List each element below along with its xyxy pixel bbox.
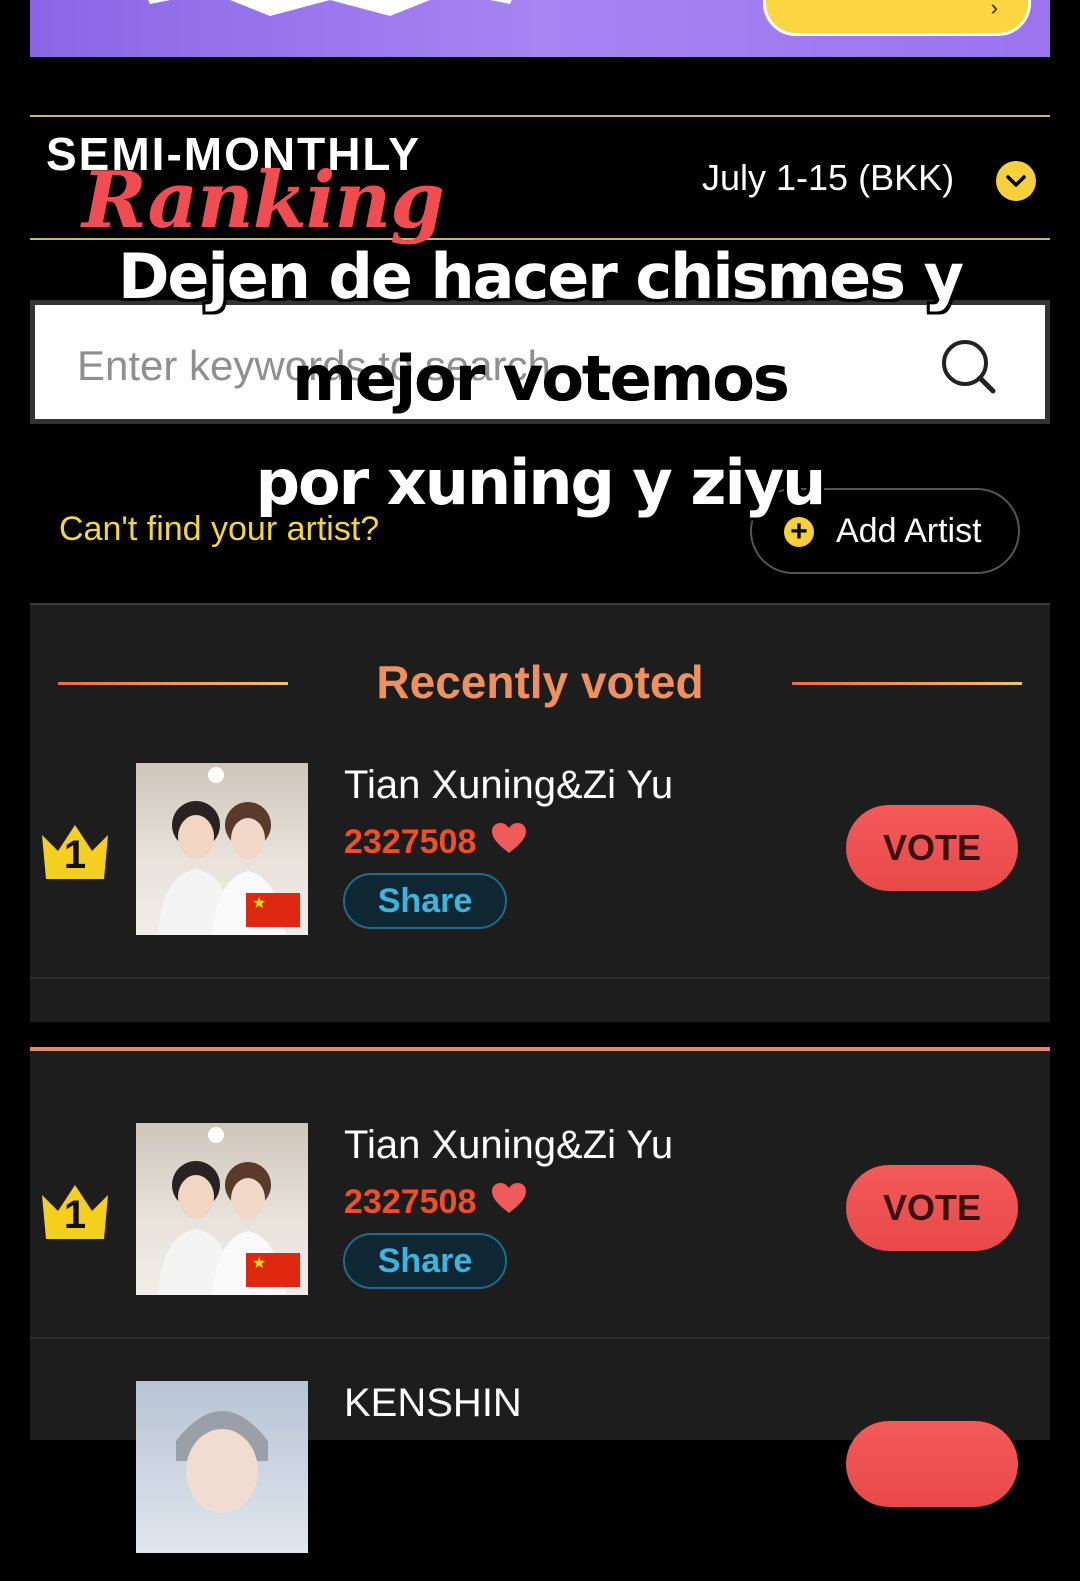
period-selector-label[interactable]: July 1-15 (BKK) [702, 157, 954, 199]
chevron-down-icon[interactable] [996, 161, 1036, 201]
decorative-line-right [792, 682, 1022, 685]
china-flag-icon: ★ [246, 1253, 300, 1287]
banner-badge [130, 0, 530, 16]
row-divider [30, 977, 1050, 979]
banner-button[interactable]: › [763, 0, 1031, 36]
artist-name: Tian Xuning&Zi Yu [344, 763, 674, 807]
vote-button[interactable]: VOTE [846, 805, 1018, 891]
vote-button[interactable] [846, 1421, 1018, 1507]
vote-button[interactable]: VOTE [846, 1165, 1018, 1251]
row-divider [30, 1337, 1050, 1339]
artist-photo[interactable]: ★ [136, 1123, 308, 1295]
artist-photo[interactable] [136, 1381, 308, 1553]
rank-number: 1 [63, 833, 87, 877]
crown-icon: 1 [38, 821, 112, 886]
artist-name: Tian Xuning&Zi Yu [344, 1123, 674, 1167]
chevron-right-icon: › [990, 0, 998, 20]
ranking-list: 1 ★ Tian Xuning&Zi Yu 2327508 Share VOTE [30, 1047, 1050, 1553]
china-flag-icon: ★ [246, 893, 300, 927]
heart-icon [490, 1181, 528, 1220]
share-button[interactable]: Share [343, 1233, 507, 1289]
ranking-header: SEMI-MONTHLY Ranking July 1-15 (BKK) [30, 115, 1050, 246]
caption-line-3: por xuning y ziyu [255, 446, 827, 519]
caption-line-1: Dejen de hacer chismes y [117, 240, 964, 313]
ranking-title-line2: Ranking [82, 155, 445, 246]
vote-count: 2327508 [344, 823, 477, 861]
promo-banner[interactable]: › [30, 0, 1050, 57]
vote-count: 2327508 [344, 1183, 477, 1221]
artist-row: 1 ★ Tian Xuning&Zi Yu 2327508 Share VOTE [30, 1123, 1050, 1323]
recently-voted-section: Recently voted 1 ★ Tian Xuning&Zi Yu 232… [30, 605, 1050, 1022]
rank-number: 1 [63, 1193, 87, 1237]
caption-line-2: mejor votemos [292, 342, 789, 415]
artist-name: KENSHIN [344, 1381, 522, 1425]
artist-row: 1 ★ Tian Xuning&Zi Yu 2327508 Share VOTE [30, 763, 1050, 963]
crown-icon: 1 [38, 1181, 112, 1246]
artist-photo[interactable]: ★ [136, 763, 308, 935]
heart-icon [490, 821, 528, 860]
share-button[interactable]: Share [343, 873, 507, 929]
artist-row: KENSHIN [30, 1381, 1050, 1581]
plus-circle-icon: + [784, 517, 814, 547]
